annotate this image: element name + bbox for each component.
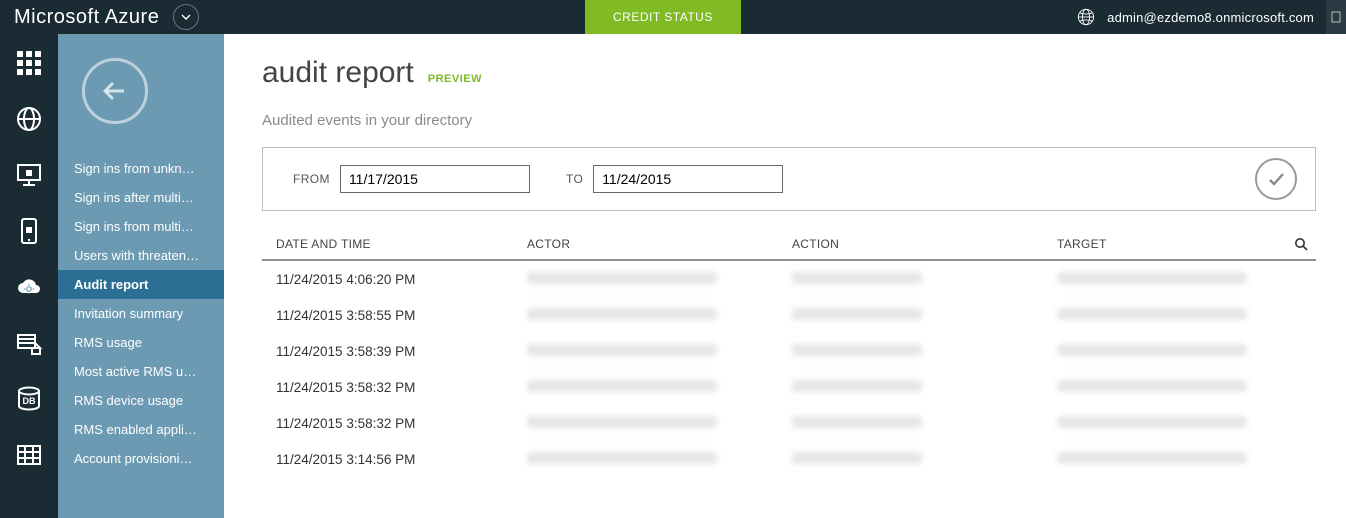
preview-badge: PREVIEW bbox=[428, 73, 482, 85]
topbar-right: admin@ezdemo8.onmicrosoft.com bbox=[1077, 0, 1346, 34]
table-row[interactable]: 11/24/2015 3:58:32 PM bbox=[262, 369, 1316, 405]
page-subtitle: Audited events in your directory bbox=[262, 112, 1316, 129]
to-label: TO bbox=[566, 172, 583, 186]
date-filter-bar: FROM TO bbox=[262, 147, 1316, 211]
from-date-input[interactable] bbox=[340, 165, 530, 193]
page-title: audit report bbox=[262, 56, 414, 90]
sidebar-item[interactable]: Sign ins from multi… bbox=[58, 212, 224, 241]
user-email[interactable]: admin@ezdemo8.onmicrosoft.com bbox=[1107, 10, 1326, 25]
rail-table[interactable] bbox=[14, 440, 44, 470]
cell-target bbox=[1057, 344, 1286, 359]
sidebar-item[interactable]: Users with threaten… bbox=[58, 241, 224, 270]
rail-database[interactable]: DB bbox=[14, 384, 44, 414]
sidebar-item[interactable]: RMS device usage bbox=[58, 386, 224, 415]
checkmark-icon bbox=[1266, 169, 1286, 189]
sidebar-nav: Sign ins from unkn…Sign ins after multi…… bbox=[58, 154, 224, 473]
document-icon bbox=[1330, 11, 1342, 23]
col-header-date[interactable]: DATE AND TIME bbox=[262, 237, 527, 251]
arrow-left-icon bbox=[100, 76, 130, 106]
col-header-action[interactable]: ACTION bbox=[792, 237, 1057, 251]
monitor-icon bbox=[15, 161, 43, 189]
sidebar-item[interactable]: Invitation summary bbox=[58, 299, 224, 328]
cell-action bbox=[792, 344, 1057, 359]
cell-date: 11/24/2015 3:14:56 PM bbox=[262, 452, 527, 467]
cell-date: 11/24/2015 3:58:32 PM bbox=[262, 416, 527, 431]
cell-target bbox=[1057, 380, 1286, 395]
sidebar-item[interactable]: RMS usage bbox=[58, 328, 224, 357]
sidebar-panel: Sign ins from unkn…Sign ins after multi…… bbox=[58, 34, 224, 518]
cell-date: 11/24/2015 3:58:32 PM bbox=[262, 380, 527, 395]
credit-status-button[interactable]: CREDIT STATUS bbox=[585, 0, 741, 34]
rail-mobile[interactable] bbox=[14, 216, 44, 246]
sidebar-item[interactable]: Account provisioni… bbox=[58, 444, 224, 473]
rail-virtual-machines[interactable] bbox=[14, 160, 44, 190]
cell-date: 11/24/2015 3:58:39 PM bbox=[262, 344, 527, 359]
database-icon: DB bbox=[15, 385, 43, 413]
sidebar-item[interactable]: Sign ins after multi… bbox=[58, 183, 224, 212]
cell-date: 11/24/2015 3:58:55 PM bbox=[262, 308, 527, 323]
cell-action bbox=[792, 416, 1057, 431]
chevron-down-icon bbox=[181, 12, 191, 22]
audit-table: DATE AND TIME ACTOR ACTION TARGET 11/24/… bbox=[262, 233, 1316, 477]
cell-actor bbox=[527, 344, 792, 359]
sidebar-item[interactable]: Audit report bbox=[58, 270, 224, 299]
svg-text:DB: DB bbox=[23, 396, 36, 406]
globe-outline-icon bbox=[15, 105, 43, 133]
search-icon bbox=[1294, 237, 1308, 251]
table-header: DATE AND TIME ACTOR ACTION TARGET bbox=[262, 233, 1316, 261]
main-content: audit report PREVIEW Audited events in y… bbox=[224, 34, 1346, 518]
cell-actor bbox=[527, 272, 792, 287]
sidebar-item[interactable]: RMS enabled appli… bbox=[58, 415, 224, 444]
topbar-end-button[interactable] bbox=[1326, 0, 1346, 34]
table-row[interactable]: 11/24/2015 3:58:55 PM bbox=[262, 297, 1316, 333]
cell-actor bbox=[527, 308, 792, 323]
icon-rail: DB bbox=[0, 34, 58, 518]
col-header-target[interactable]: TARGET bbox=[1057, 237, 1286, 251]
cell-actor bbox=[527, 416, 792, 431]
mobile-icon bbox=[15, 217, 43, 245]
table-icon bbox=[15, 441, 43, 469]
brand-menu-toggle[interactable] bbox=[173, 4, 199, 30]
back-button[interactable] bbox=[82, 58, 148, 124]
rail-storage[interactable] bbox=[14, 328, 44, 358]
cell-actor bbox=[527, 452, 792, 467]
to-date-input[interactable] bbox=[593, 165, 783, 193]
cell-target bbox=[1057, 416, 1286, 431]
globe-icon[interactable] bbox=[1077, 8, 1095, 26]
rail-all-items[interactable] bbox=[14, 48, 44, 78]
cell-target bbox=[1057, 272, 1286, 287]
from-label: FROM bbox=[293, 172, 330, 186]
cell-action bbox=[792, 308, 1057, 323]
cell-action bbox=[792, 380, 1057, 395]
rail-cloud[interactable] bbox=[14, 272, 44, 302]
table-row[interactable]: 11/24/2015 3:58:32 PM bbox=[262, 405, 1316, 441]
cloud-gear-icon bbox=[15, 273, 43, 301]
table-search-button[interactable] bbox=[1286, 237, 1316, 251]
top-bar: Microsoft Azure CREDIT STATUS admin@ezde… bbox=[0, 0, 1346, 34]
rail-web[interactable] bbox=[14, 104, 44, 134]
table-row[interactable]: 11/24/2015 4:06:20 PM bbox=[262, 261, 1316, 297]
sidebar-item[interactable]: Most active RMS u… bbox=[58, 357, 224, 386]
cell-action bbox=[792, 272, 1057, 287]
cell-target bbox=[1057, 452, 1286, 467]
sidebar-item[interactable]: Sign ins from unkn… bbox=[58, 154, 224, 183]
table-row[interactable]: 11/24/2015 3:58:39 PM bbox=[262, 333, 1316, 369]
cell-action bbox=[792, 452, 1057, 467]
cell-date: 11/24/2015 4:06:20 PM bbox=[262, 272, 527, 287]
col-header-actor[interactable]: ACTOR bbox=[527, 237, 792, 251]
cell-target bbox=[1057, 308, 1286, 323]
table-row[interactable]: 11/24/2015 3:14:56 PM bbox=[262, 441, 1316, 477]
apply-filter-button[interactable] bbox=[1255, 158, 1297, 200]
table-body: 11/24/2015 4:06:20 PM 11/24/2015 3:58:55 … bbox=[262, 261, 1316, 477]
grid-icon bbox=[15, 49, 43, 77]
brand-name: Microsoft Azure bbox=[0, 6, 159, 29]
storage-icon bbox=[15, 329, 43, 357]
cell-actor bbox=[527, 380, 792, 395]
